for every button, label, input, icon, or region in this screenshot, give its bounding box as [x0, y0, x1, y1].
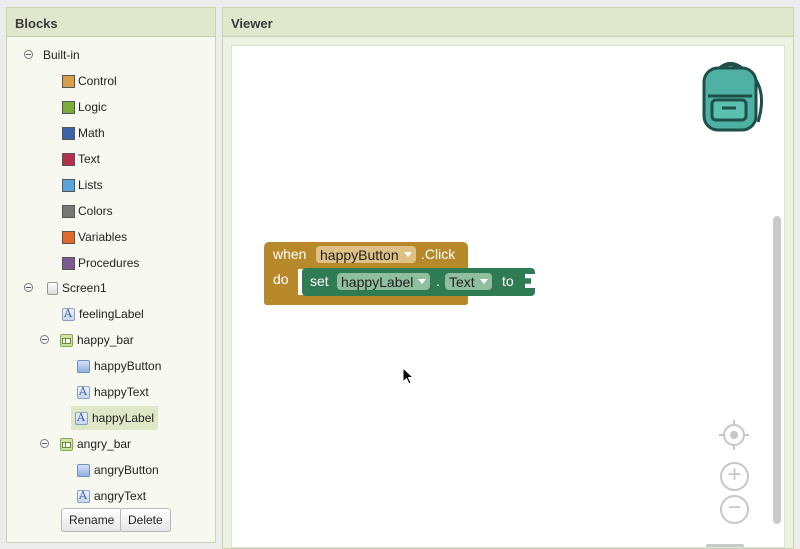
label-component-icon [77, 489, 90, 503]
tree-item-label: feelingLabel [79, 307, 144, 321]
text-swatch-icon [62, 152, 75, 166]
set-property-block[interactable]: set happyLabel . Text to [302, 268, 535, 296]
label-component-icon [62, 307, 75, 321]
screen1-collapse-toggle[interactable] [24, 283, 33, 292]
variables-swatch-icon [62, 230, 75, 244]
tree-item-label: happyButton [94, 359, 162, 373]
drawer-procedures[interactable]: Procedures [62, 252, 139, 274]
drawer-label: Colors [78, 204, 113, 218]
drawer-label: Math [78, 126, 105, 140]
tree-item-label: happy_bar [77, 333, 134, 347]
value-input-socket[interactable] [525, 274, 535, 288]
procedures-swatch-icon [62, 256, 75, 270]
label-component-icon [77, 385, 90, 399]
delete-button[interactable]: Delete [120, 508, 171, 532]
blocks-panel-title: Blocks [7, 8, 215, 37]
target-icon[interactable] [718, 419, 750, 451]
tree-item-label: happyLabel [92, 411, 155, 425]
do-keyword: do [273, 271, 289, 287]
drawer-variables[interactable]: Variables [62, 226, 127, 248]
viewer-panel: Viewer when happyButton .Click do set ha… [222, 7, 794, 549]
drawer-colors[interactable]: Colors [62, 200, 113, 222]
rename-button[interactable]: Rename [61, 508, 123, 532]
when-keyword: when [273, 246, 307, 262]
tree-item-label: happyText [94, 385, 149, 399]
tree-item-happybutton[interactable]: happyButton [77, 355, 161, 377]
tree-item-screen1[interactable]: Screen1 [47, 277, 107, 299]
drawer-control[interactable]: Control [62, 70, 117, 92]
tree-item-feelinglabel[interactable]: feelingLabel [62, 303, 144, 325]
drawer-label: Lists [78, 178, 103, 192]
set-property-name: Text [449, 273, 475, 290]
chevron-down-icon [479, 279, 488, 284]
viewer-panel-title: Viewer [223, 8, 793, 37]
event-name: .Click [421, 246, 456, 262]
drawer-label: Text [78, 152, 101, 166]
trash-icon[interactable] [706, 544, 744, 547]
label-component-icon [75, 411, 88, 425]
drawer-math[interactable]: Math [62, 122, 105, 144]
blocks-workspace[interactable]: when happyButton .Click do set happyLabe… [231, 45, 785, 548]
set-property-dropdown[interactable]: Text [445, 273, 492, 290]
tree-item-happylabel[interactable]: happyLabel [71, 406, 159, 430]
set-keyword: set [310, 273, 329, 289]
drawer-text[interactable]: Text [62, 148, 100, 170]
dot-separator: . [436, 273, 440, 289]
set-component-dropdown[interactable]: happyLabel [337, 273, 431, 290]
builtin-collapse-toggle[interactable] [24, 50, 33, 59]
tree-item-angry-bar[interactable]: angry_bar [60, 433, 131, 455]
screen-icon [47, 281, 58, 295]
button-component-icon [77, 463, 90, 477]
button-component-icon [77, 359, 90, 373]
lists-swatch-icon [62, 178, 75, 192]
mouse-cursor-icon [402, 366, 415, 385]
colors-swatch-icon [62, 204, 75, 218]
tree-item-angrytext[interactable]: angryText [77, 485, 146, 507]
chevron-down-icon [403, 252, 412, 257]
arrangement-icon [60, 333, 73, 347]
drawer-logic[interactable]: Logic [62, 96, 107, 118]
math-swatch-icon [62, 126, 75, 140]
set-component-name: happyLabel [341, 273, 414, 290]
backpack-icon[interactable] [696, 56, 766, 132]
drawer-label: Procedures [78, 256, 140, 270]
tree-item-angrybutton[interactable]: angryButton [77, 459, 159, 481]
tree-item-label: Screen1 [62, 281, 107, 295]
event-component-name: happyButton [320, 246, 399, 263]
tree-item-label: angry_bar [77, 437, 132, 451]
event-component-dropdown[interactable]: happyButton [316, 246, 416, 263]
tree-item-label: angryText [94, 489, 147, 503]
workspace-scrollbar[interactable] [773, 216, 781, 524]
tree-item-builtin[interactable]: Built-in [43, 44, 80, 66]
tree-item-label: angryButton [94, 463, 159, 477]
logic-swatch-icon [62, 100, 75, 114]
happy-bar-collapse-toggle[interactable] [40, 335, 49, 344]
to-keyword: to [502, 273, 514, 289]
arrangement-icon [60, 437, 73, 451]
event-block-bottom [264, 295, 468, 305]
drawer-label: Control [78, 74, 117, 88]
tree-item-happytext[interactable]: happyText [77, 381, 149, 403]
control-swatch-icon [62, 74, 75, 88]
zoom-in-button[interactable]: + [720, 462, 749, 491]
blocks-panel: Blocks Built-in Control Logic Math Text … [6, 7, 216, 543]
tree-item-happy-bar[interactable]: happy_bar [60, 329, 134, 351]
drawer-label: Logic [78, 100, 107, 114]
chevron-down-icon [418, 279, 427, 284]
drawer-lists[interactable]: Lists [62, 174, 103, 196]
drawer-label: Variables [78, 230, 128, 244]
tree-item-builtin-label: Built-in [43, 48, 80, 62]
angry-bar-collapse-toggle[interactable] [40, 439, 49, 448]
zoom-out-button[interactable]: − [720, 495, 749, 524]
